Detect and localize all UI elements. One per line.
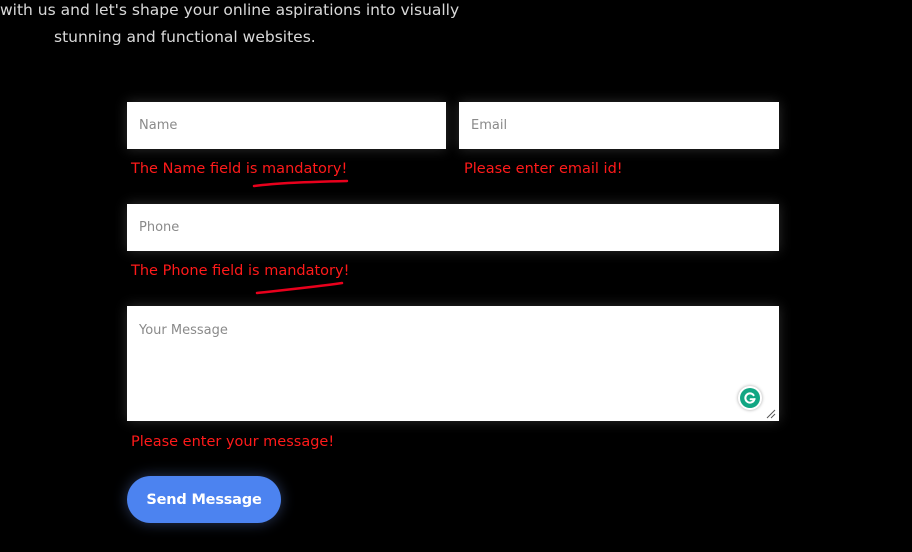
send-message-button[interactable]: Send Message — [127, 476, 281, 523]
contact-form-page: with us and let's shape your online aspi… — [0, 0, 912, 552]
phone-placeholder: Phone — [139, 220, 180, 235]
email-field[interactable]: Email — [459, 102, 779, 149]
name-error-message: The Name field is mandatory! — [131, 161, 348, 177]
phone-error-message: The Phone field is mandatory! — [131, 263, 350, 279]
email-error-message: Please enter email id! — [464, 161, 623, 177]
name-placeholder: Name — [139, 118, 178, 133]
phone-field[interactable]: Phone — [127, 204, 779, 251]
intro-line-2: stunning and functional websites. — [54, 28, 316, 46]
message-error-message: Please enter your message! — [131, 434, 335, 450]
message-textarea[interactable]: Your Message — [127, 306, 779, 421]
phone-error-underline — [255, 281, 344, 295]
resize-handle-icon[interactable] — [766, 409, 776, 419]
grammarly-icon[interactable] — [738, 386, 762, 410]
email-placeholder: Email — [471, 118, 508, 133]
name-field[interactable]: Name — [127, 102, 446, 149]
name-error-underline — [252, 179, 349, 188]
message-placeholder: Your Message — [139, 323, 228, 338]
intro-line-1: with us and let's shape your online aspi… — [0, 1, 460, 19]
